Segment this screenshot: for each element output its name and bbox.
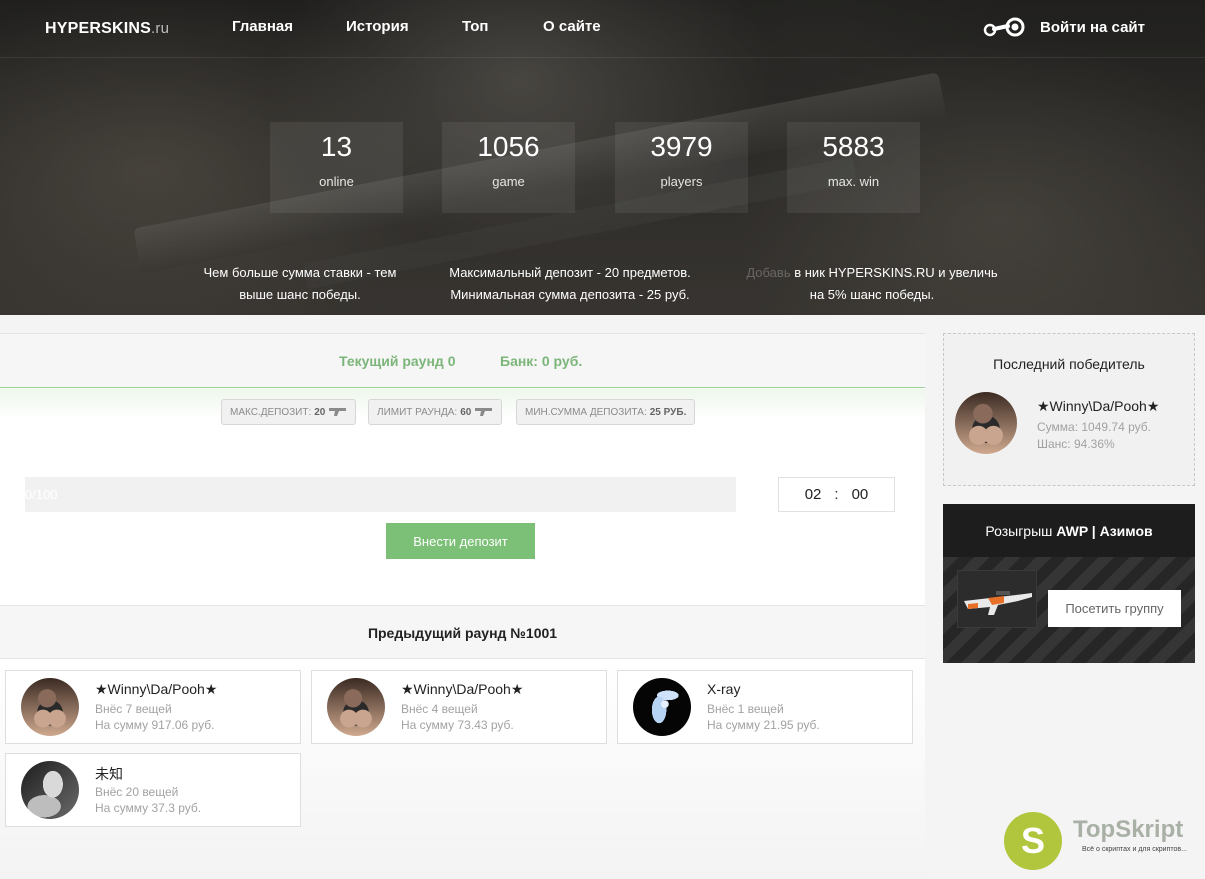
- steam-login-button[interactable]: Войти на сайт: [982, 14, 1145, 40]
- current-round-label: Текущий раунд 0: [339, 353, 456, 369]
- winner-sum: Сумма: 1049.74 руб.: [1037, 420, 1151, 434]
- bw-avatar: [21, 761, 79, 819]
- round-limit-pill: ЛИМИТ РАУНДА: 60: [368, 399, 503, 425]
- info-faded-word: Добавь: [746, 265, 791, 280]
- player-sum: На сумму 917.06 руб.: [95, 718, 215, 732]
- giveaway-box: Розыгрыш AWP | Азимов Посетить группу: [943, 504, 1195, 663]
- pill-value: 25 РУБ.: [649, 406, 687, 418]
- nav-item-history[interactable]: История: [346, 18, 409, 35]
- last-winner-title: Последний победитель: [993, 356, 1145, 372]
- bank-label: Банк: 0 руб.: [500, 353, 583, 369]
- round-progress-bar: 0/100: [25, 477, 736, 512]
- timer-minutes: 02: [804, 486, 822, 503]
- stat-label: online: [319, 174, 354, 189]
- player-items: Внёс 1 вещей: [707, 702, 784, 716]
- player-items: Внёс 20 вещей: [95, 785, 179, 799]
- stat-value: 13: [320, 131, 353, 162]
- nav-item-top[interactable]: Топ: [462, 18, 488, 35]
- gun-icon: [329, 408, 347, 416]
- player-name: ★Winny\Da/Pooh★: [401, 681, 524, 697]
- player-card[interactable]: ★Winny\Da/Pooh★ Внёс 4 вещей На сумму 73…: [311, 670, 607, 744]
- stat-online: 13 online: [270, 122, 403, 213]
- info-line: на 5% шанс победы.: [809, 287, 935, 302]
- xray-avatar: [633, 678, 691, 736]
- visit-group-button[interactable]: Посетить группу: [1048, 590, 1181, 627]
- winner-name[interactable]: ★Winny\Da/Pooh★: [1037, 398, 1159, 415]
- stat-label: max. win: [827, 174, 880, 189]
- player-name: 未知: [95, 766, 123, 782]
- info-nick-bonus: Добавь в ник HYPERSKINS.RU и увеличь на …: [742, 262, 1002, 306]
- pill-label: МАКС.ДЕПОЗИТ:: [230, 406, 312, 418]
- stat-label: game: [492, 174, 525, 189]
- logo-suffix: .ru: [151, 20, 170, 37]
- winner-chance: Шанс: 94.36%: [1037, 437, 1115, 451]
- timer-separator: :: [834, 486, 839, 503]
- player-name: ★Winny\Da/Pooh★: [95, 681, 218, 697]
- hero-banner: HYPERSKINS.ru Главная История Топ О сайт…: [0, 0, 1205, 315]
- last-winner-box: Последний победитель ★Winny\Da/Pooh★ Сум…: [943, 333, 1195, 486]
- rifle-icon: [964, 591, 1032, 615]
- previous-round-players: ★Winny\Da/Pooh★ Внёс 7 вещей На сумму 91…: [0, 659, 925, 879]
- player-sum: На сумму 37.3 руб.: [95, 801, 202, 815]
- info-line: Добавь в ник HYPERSKINS.RU и увеличь: [742, 262, 1002, 284]
- pill-value: 20: [314, 406, 326, 418]
- girl-avatar: [21, 678, 79, 736]
- info-line: выше шанс победы.: [239, 287, 361, 302]
- round-timer: 02 : 00: [778, 477, 895, 512]
- min-deposit-pill: МИН.СУММА ДЕПОЗИТА: 25 РУБ.: [516, 399, 696, 425]
- info-line: Минимальная сумма депозита - 25 руб.: [450, 287, 690, 302]
- pill-value: 60: [460, 406, 472, 418]
- stat-value: 1056: [477, 131, 540, 162]
- stat-players: 3979 players: [615, 122, 748, 213]
- giveaway-title: Розыгрыш AWP | Азимов: [943, 523, 1195, 539]
- topskript-watermark: S TopSkript Всё о скриптах и для скрипто…: [1004, 812, 1204, 872]
- logo-main: HYPERSKINS: [45, 20, 152, 37]
- stat-value: 3979: [650, 131, 713, 162]
- giveaway-prefix: Розыгрыш: [985, 523, 1057, 539]
- previous-round-title: Предыдущий раунд №1001: [0, 605, 925, 659]
- top-navigation: HYPERSKINS.ru Главная История Топ О сайт…: [0, 0, 1205, 58]
- steam-icon: [983, 17, 1025, 37]
- player-sum: На сумму 21.95 руб.: [707, 718, 820, 732]
- player-card[interactable]: X-ray Внёс 1 вещей На сумму 21.95 руб.: [617, 670, 913, 744]
- player-items: Внёс 4 вещей: [401, 702, 478, 716]
- pill-label: ЛИМИТ РАУНДА:: [377, 406, 458, 418]
- max-deposit-pill: МАКС.ДЕПОЗИТ: 20: [221, 399, 357, 425]
- stat-value: 5883: [822, 131, 885, 162]
- site-logo[interactable]: HYPERSKINS.ru: [45, 20, 169, 38]
- stat-max-win: 5883 max. win: [787, 122, 920, 213]
- nav-item-home[interactable]: Главная: [232, 18, 293, 35]
- current-round-header: Текущий раунд 0 Банк: 0 руб.: [0, 334, 925, 388]
- info-line: Чем больше сумма ставки - тем: [203, 265, 397, 280]
- deposit-button[interactable]: Внести депозит: [386, 523, 535, 559]
- winner-avatar: [955, 392, 1017, 454]
- info-line-text: в ник HYPERSKINS.RU и увеличь: [794, 265, 998, 280]
- awp-asiimov-image: [957, 570, 1037, 628]
- progress-text: 0/100: [25, 487, 58, 502]
- stat-game: 1056 game: [442, 122, 575, 213]
- timer-seconds: 00: [851, 486, 869, 503]
- giveaway-item-name: AWP | Азимов: [1056, 523, 1153, 539]
- game-panel: Текущий раунд 0 Банк: 0 руб. МАКС.ДЕПОЗИ…: [0, 333, 925, 879]
- watermark-brand: TopSkript: [1073, 816, 1184, 843]
- gun-icon: [475, 408, 493, 416]
- player-name: X-ray: [707, 681, 741, 697]
- nav-item-about[interactable]: О сайте: [543, 18, 601, 35]
- info-line: Максимальный депозит - 20 предметов.: [449, 265, 691, 280]
- info-deposit-limits: Максимальный депозит - 20 предметов. Мин…: [430, 262, 710, 306]
- watermark-logo-icon: S: [1004, 812, 1062, 870]
- girl-avatar: [327, 678, 385, 736]
- player-card[interactable]: ★Winny\Da/Pooh★ Внёс 7 вещей На сумму 91…: [5, 670, 301, 744]
- player-card[interactable]: 未知 Внёс 20 вещей На сумму 37.3 руб.: [5, 753, 301, 827]
- watermark-tagline: Всё о скриптах и для скриптов...: [1082, 846, 1187, 853]
- player-sum: На сумму 73.43 руб.: [401, 718, 514, 732]
- info-bet-chance: Чем больше сумма ставки - тем выше шанс …: [190, 262, 410, 306]
- login-label: Войти на сайт: [1040, 18, 1145, 36]
- player-items: Внёс 7 вещей: [95, 702, 172, 716]
- stat-label: players: [660, 174, 703, 189]
- pill-label: МИН.СУММА ДЕПОЗИТА:: [525, 406, 647, 418]
